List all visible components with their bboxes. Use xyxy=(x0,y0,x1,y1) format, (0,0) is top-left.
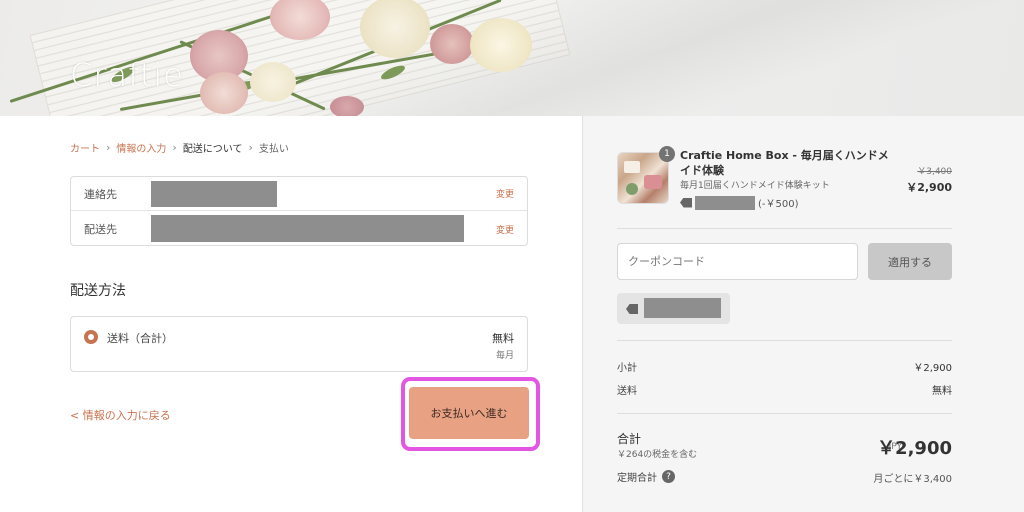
change-contact-link[interactable]: 変更 xyxy=(496,187,514,200)
shipping-address-label: 配送先 xyxy=(84,223,117,236)
shipping-option[interactable]: 送料（合計） 無料 毎月 xyxy=(70,316,528,372)
breadcrumb: カート › 情報の入力 › 配送について › 支払い xyxy=(70,140,289,155)
original-price: ￥3,400 xyxy=(917,167,952,177)
coupon-code-input[interactable] xyxy=(617,243,858,280)
divider xyxy=(617,413,952,414)
discount-amount: (-￥500) xyxy=(758,199,799,210)
help-icon[interactable]: ? xyxy=(662,470,675,483)
shipping-price: 無料 xyxy=(492,332,514,345)
tax-note: ￥264の税金を含む xyxy=(617,450,698,460)
apply-coupon-button[interactable]: 適用する xyxy=(868,243,952,280)
review-row-shipping: 配送先 変更 xyxy=(71,212,527,246)
review-box: 連絡先 変更 配送先 変更 xyxy=(70,176,528,246)
total-label: 合計 xyxy=(617,432,642,446)
redacted-coupon-code xyxy=(644,298,721,318)
breadcrumb-shipping: 配送について xyxy=(182,144,243,155)
breadcrumb-cart[interactable]: カート xyxy=(70,140,100,155)
shipping-value: 無料 xyxy=(932,386,952,397)
divider xyxy=(617,340,952,341)
change-address-link[interactable]: 変更 xyxy=(496,223,514,236)
chevron-right-icon: › xyxy=(172,141,177,154)
shipping-method-title: 配送方法 xyxy=(70,283,126,299)
product-name: Craftie Home Box - 毎月届くハンドメイド体験 xyxy=(680,149,889,177)
review-row-contact: 連絡先 変更 xyxy=(71,177,527,211)
subtotal-value: ￥2,900 xyxy=(913,363,952,374)
shipping-frequency: 毎月 xyxy=(495,351,514,361)
shipping-radio[interactable] xyxy=(84,330,98,344)
redacted-discount-code xyxy=(695,195,755,210)
quantity-badge: 1 xyxy=(659,146,675,162)
subtotal-label: 小計 xyxy=(617,363,637,374)
craftie-logo[interactable]: Craftie xyxy=(70,56,184,94)
recurring-total-value: 月ごとに￥3,400 xyxy=(873,474,952,485)
chevron-right-icon: › xyxy=(248,141,253,154)
breadcrumb-information[interactable]: 情報の入力 xyxy=(116,140,166,155)
checkout-main: カート › 情報の入力 › 配送について › 支払い 連絡先 変更 配送先 変更… xyxy=(0,116,582,512)
total-amount: ￥2,900 xyxy=(877,438,952,459)
tag-icon xyxy=(626,304,638,314)
shipping-method-label: 送料（合計） xyxy=(107,332,173,345)
header-banner: Craftie xyxy=(0,0,1024,116)
redacted-contact xyxy=(151,181,277,207)
current-price: ￥2,900 xyxy=(906,181,952,194)
breadcrumb-payment: 支払い xyxy=(258,144,289,155)
product-discount: (-￥500) xyxy=(680,195,799,210)
chevron-right-icon: › xyxy=(106,141,111,154)
product-subtitle: 毎月1回届くハンドメイド体験キット xyxy=(680,181,830,191)
divider xyxy=(617,228,952,229)
tag-icon xyxy=(680,197,692,208)
applied-coupon-chip[interactable] xyxy=(617,293,730,324)
back-to-information-link[interactable]: < 情報の入力に戻る xyxy=(70,407,171,423)
continue-to-payment-button[interactable]: お支払いへ進む xyxy=(409,387,529,439)
order-summary: 1 Craftie Home Box - 毎月届くハンドメイド体験 毎月1回届く… xyxy=(582,116,1024,512)
recurring-total-label: 定期合計 ? xyxy=(617,469,675,484)
redacted-address xyxy=(151,215,464,242)
shipping-label: 送料 xyxy=(617,386,637,397)
contact-label: 連絡先 xyxy=(84,187,117,201)
